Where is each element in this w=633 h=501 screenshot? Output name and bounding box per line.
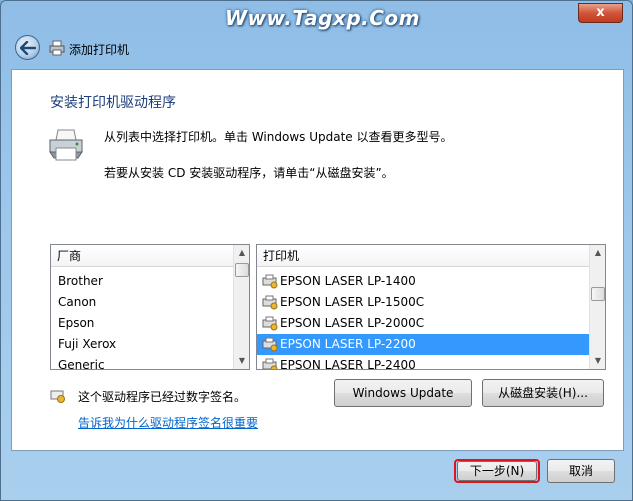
manufacturer-scrollbar[interactable]: ▲ ▼: [233, 245, 249, 369]
description-line-2: 若要从安装 CD 安装驱动程序，请单击“从磁盘安装”。: [104, 166, 394, 180]
printer-illustration-icon: [49, 129, 83, 161]
windows-update-button[interactable]: Windows Update: [334, 379, 472, 407]
printer-item[interactable]: EPSON LASER LP-2000C: [257, 313, 589, 334]
navigation-bar: 添加打印机: [11, 35, 611, 61]
printer-column-header: 打印机: [257, 245, 589, 267]
certified-printer-icon: [262, 274, 278, 289]
printer-item-label: EPSON LASER LP-2400: [280, 358, 416, 370]
manufacturer-item[interactable]: Epson: [51, 313, 233, 334]
printer-item[interactable]: EPSON LASER LP-1400: [257, 271, 589, 292]
wizard-title: 添加打印机: [69, 43, 130, 57]
certified-printer-icon: [262, 337, 278, 352]
printer-scrollbar[interactable]: ▲ ▼: [589, 245, 605, 369]
manufacturer-item[interactable]: Generic: [51, 355, 233, 369]
scroll-up-icon[interactable]: ▲: [234, 245, 249, 261]
manufacturer-item[interactable]: Fuji Xerox: [51, 334, 233, 355]
back-button[interactable]: [15, 35, 40, 60]
printer-icon: [49, 40, 65, 56]
next-button[interactable]: 下一步(N): [457, 461, 537, 481]
scroll-thumb[interactable]: [591, 287, 605, 301]
description-line-1: 从列表中选择打印机。单击 Windows Update 以查看更多型号。: [104, 130, 453, 144]
manufacturer-list[interactable]: 厂商 Brother Canon Epson Fuji Xerox Generi…: [50, 244, 250, 370]
certified-printer-icon: [262, 316, 278, 331]
scroll-thumb[interactable]: [235, 263, 249, 277]
wizard-footer: 下一步(N) 取消: [11, 453, 624, 495]
printer-item[interactable]: EPSON LASER LP-1500C: [257, 292, 589, 313]
printer-item-label: EPSON LASER LP-1400: [280, 274, 416, 288]
wizard-content-panel: 安装打印机驱动程序 从列表中选择打印机。单击 Windows Update 以查…: [11, 69, 624, 451]
signed-driver-icon: [50, 390, 65, 403]
printer-item-label: EPSON LASER LP-1500C: [280, 295, 425, 309]
watermark: Www.Tagxp.Com: [225, 6, 420, 30]
add-printer-window: Www.Tagxp.Com x 添加打印机 安装打印机驱动程序 从列表中选择打印…: [0, 0, 633, 501]
printer-list[interactable]: 打印机 EPSON LASER LP-1400 EPSON LASER LP-1…: [256, 244, 606, 370]
scroll-up-icon[interactable]: ▲: [590, 245, 605, 261]
printer-item-label: EPSON LASER LP-2200: [280, 337, 416, 351]
signature-status: 这个驱动程序已经过数字签名。: [78, 390, 247, 404]
scroll-down-icon[interactable]: ▼: [590, 353, 605, 369]
close-button[interactable]: x: [578, 3, 623, 23]
cancel-button[interactable]: 取消: [547, 459, 615, 483]
back-arrow-icon: [20, 41, 36, 55]
printer-item-label: EPSON LASER LP-2000C: [280, 316, 425, 330]
signature-info-link[interactable]: 告诉我为什么驱动程序签名很重要: [78, 414, 258, 431]
page-title: 安装打印机驱动程序: [50, 95, 176, 111]
manufacturer-item[interactable]: Brother: [51, 271, 233, 292]
have-disk-button[interactable]: 从磁盘安装(H)...: [482, 379, 604, 407]
manufacturer-column-header: 厂商: [51, 245, 233, 267]
manufacturer-item[interactable]: Canon: [51, 292, 233, 313]
printer-item[interactable]: EPSON LASER LP-2400: [257, 355, 589, 370]
printer-item-selected[interactable]: EPSON LASER LP-2200: [257, 334, 589, 355]
certified-printer-icon: [262, 295, 278, 310]
scroll-down-icon[interactable]: ▼: [234, 353, 249, 369]
certified-printer-icon: [262, 358, 278, 369]
